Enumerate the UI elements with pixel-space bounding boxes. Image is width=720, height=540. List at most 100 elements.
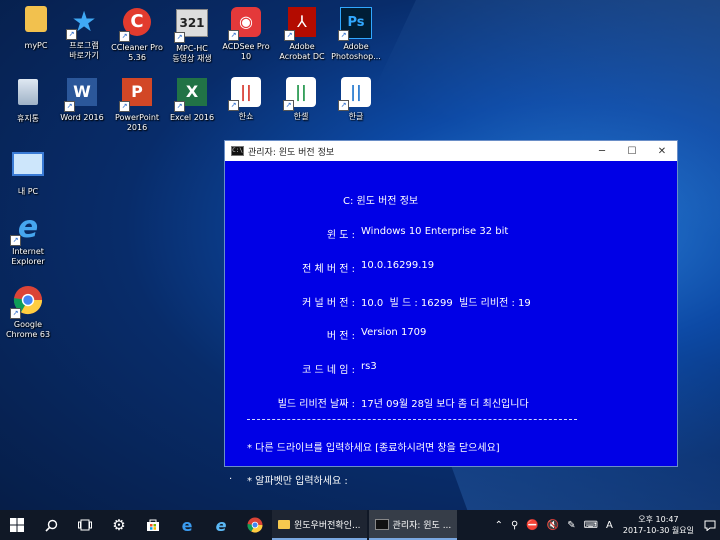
shortcut-arrow-icon: ↗: [338, 30, 349, 41]
hanshow-icon: || ↗: [228, 77, 262, 111]
desktop-icon-label: Word 2016: [60, 113, 104, 122]
search-button[interactable]: [34, 510, 68, 540]
security-icon[interactable]: ⛔: [526, 520, 538, 531]
start-button[interactable]: [0, 510, 34, 540]
desktop-icon-excel[interactable]: X ↗ Excel 2016: [164, 76, 220, 123]
build-revision-date-label: 빌드 리비전 날짜 :: [277, 399, 355, 410]
edge-taskbar-button[interactable]: e: [170, 510, 204, 540]
full-version-label: 전 체 버 전 :: [302, 264, 355, 275]
desktop-icon-hancell[interactable]: || ↗ 한셀: [273, 76, 329, 122]
hancell-icon: || ↗: [283, 77, 317, 111]
shortcut-arrow-icon: ↗: [174, 101, 185, 112]
kernel-version-value: 10.0 빌 드 : 16299 빌드 리비전 : 19: [361, 298, 531, 309]
desktop-icon-label: Excel 2016: [169, 113, 215, 122]
minimize-button[interactable]: ─: [587, 146, 617, 157]
desktop-icon-ccleaner[interactable]: C ↗ CCleaner Pro 5.36: [109, 6, 165, 63]
mpc-icon: 321 ↗: [174, 9, 208, 43]
desktop-icon-label: PowerPoint 2016: [114, 113, 160, 132]
volume-icon[interactable]: 🔇: [547, 520, 559, 531]
settings-taskbar-button[interactable]: ⚙: [102, 510, 136, 540]
version-value: Version 1709: [361, 327, 427, 338]
console-titlebar[interactable]: C:\ 관리자: 윈도 버전 정보 ─ ☐ ✕: [225, 141, 677, 161]
system-tray: ⌃ ⚲ ⛔ 🔇 ✎ ⌨ A 오후 10:47 2017-10-30 월요일: [491, 510, 720, 540]
maximize-button[interactable]: ☐: [617, 146, 647, 157]
taskbar-app-label: 윈도우버전확인...: [294, 520, 361, 531]
console-output[interactable]: C: 윈도 버전 정보 윈 도 : Windows 10 Enterprise …: [225, 161, 677, 487]
search-icon: [44, 519, 57, 532]
usb-icon[interactable]: ⚲: [511, 520, 518, 531]
console-window[interactable]: C:\ 관리자: 윈도 버전 정보 ─ ☐ ✕ C: 윈도 버전 정보 윈 도 …: [224, 140, 678, 487]
ie-taskbar-button[interactable]: e: [204, 510, 238, 540]
ime-icon[interactable]: A: [606, 520, 613, 531]
taskbar-app-console[interactable]: 관리자: 윈도 ...: [368, 510, 458, 540]
desktop-icon-ie[interactable]: e ↗ Internet Explorer: [0, 212, 56, 267]
internet-explorer-icon: e: [215, 515, 227, 535]
desktop-icon-label: CCleaner Pro 5.36: [111, 43, 163, 62]
os-label: 윈 도 :: [326, 230, 355, 241]
desktop-icon-label: 한글: [348, 112, 364, 121]
close-button[interactable]: ✕: [647, 146, 677, 157]
console-app-icon: C:\: [231, 146, 244, 156]
show-hidden-icons-chevron-icon[interactable]: ⌃: [495, 520, 503, 531]
ccleaner-icon: C ↗: [119, 8, 153, 42]
build-revision-date-value: 17년 09월 28일 보다 좀 더 최신입니다: [361, 399, 529, 410]
shortcut-arrow-icon: ↗: [119, 101, 130, 112]
desktop-icon-recycle[interactable]: 휴지통: [0, 76, 56, 124]
notification-icon: [704, 520, 716, 531]
shortcut-arrow-icon: ↗: [284, 30, 295, 41]
desktop-icon-acdsee[interactable]: ◉ ↗ ACDSee Pro 10: [218, 6, 274, 62]
edge-icon: e: [181, 515, 193, 535]
chrome-taskbar-button[interactable]: [238, 510, 272, 540]
clock-time: 오후 10:47: [638, 515, 679, 524]
program-icon: ★ ↗: [66, 6, 100, 40]
keyboard-icon[interactable]: ⌨: [584, 520, 598, 531]
desktop-icon-hangul[interactable]: || ↗ 한글: [328, 76, 384, 122]
desktop-icon-program[interactable]: ★ ↗ 프로그램 바로가기: [56, 6, 112, 61]
store-taskbar-button[interactable]: [136, 510, 170, 540]
console-heading: C: 윈도 버전 정보: [343, 196, 419, 207]
taskbar-app-label: 관리자: 윈도 ...: [392, 520, 452, 531]
clock[interactable]: 오후 10:47 2017-10-30 월요일: [617, 514, 700, 536]
desktop-icon-powerpoint[interactable]: P ↗ PowerPoint 2016: [109, 76, 165, 133]
excel-icon: X ↗: [174, 78, 208, 112]
desktop-icon-word[interactable]: W ↗ Word 2016: [54, 76, 110, 123]
desktop-icon-label: 한셀: [293, 112, 309, 121]
kernel-version-label: 커 널 버 전 :: [302, 298, 355, 309]
desktop-icon-hanshow[interactable]: || ↗ 한쇼: [218, 76, 274, 122]
mypc-icon: [20, 6, 52, 38]
desktop-icon-label: Adobe Photoshop...: [331, 42, 381, 61]
codename-label: 코 드 네 임 :: [302, 365, 355, 376]
version-label: 버 전 :: [326, 331, 355, 342]
shortcut-arrow-icon: ↗: [10, 308, 21, 319]
shortcut-arrow-icon: ↗: [66, 29, 77, 40]
powerpoint-icon: P ↗: [119, 78, 153, 112]
desktop-icon-label: 한쇼: [238, 112, 254, 121]
thispc-icon: [12, 152, 44, 184]
alphabet-prompt[interactable]: * 알파벳만 입력하세요 :: [247, 472, 348, 487]
console-icon: [374, 518, 389, 530]
shortcut-arrow-icon: ↗: [228, 100, 239, 111]
taskbar-app-explorer[interactable]: 윈도우버전확인...: [272, 510, 367, 540]
desktop-icon-thispc[interactable]: 내 PC: [0, 146, 56, 197]
divider: [247, 419, 577, 420]
desktop-icon-photoshop[interactable]: Ps ↗ Adobe Photoshop...: [328, 6, 384, 62]
store-icon: [147, 519, 159, 531]
notification-button[interactable]: [700, 520, 720, 531]
desktop-icon-chrome[interactable]: ↗ Google Chrome 63: [0, 285, 56, 340]
chrome-icon: [247, 517, 263, 533]
desktop-icon-mpc[interactable]: 321 ↗ MPC-HC 동영상 재생: [164, 6, 220, 64]
recycle-icon: [12, 79, 44, 111]
pen-icon[interactable]: ✎: [567, 520, 575, 531]
chrome-icon: ↗: [10, 285, 44, 319]
desktop-icon-label: ACDSee Pro 10: [222, 42, 270, 61]
taskbar: ⚙ e e 윈도우버전확인... 관리자: 윈도 ... ⌃ ⚲ ⛔ 🔇 ✎ ⌨…: [0, 510, 720, 540]
shortcut-arrow-icon: ↗: [174, 32, 185, 43]
desktop-icon-label: MPC-HC 동영상 재생: [172, 44, 212, 63]
desktop-icon-acrobat[interactable]: ⅄ ↗ Adobe Acrobat DC: [274, 6, 330, 62]
gear-icon: ⚙: [112, 516, 126, 534]
task-view-button[interactable]: [68, 510, 102, 540]
acdsee-icon: ◉ ↗: [228, 7, 262, 41]
folder-icon: [278, 519, 290, 529]
acrobat-icon: ⅄ ↗: [284, 7, 318, 41]
shortcut-arrow-icon: ↗: [283, 100, 294, 111]
